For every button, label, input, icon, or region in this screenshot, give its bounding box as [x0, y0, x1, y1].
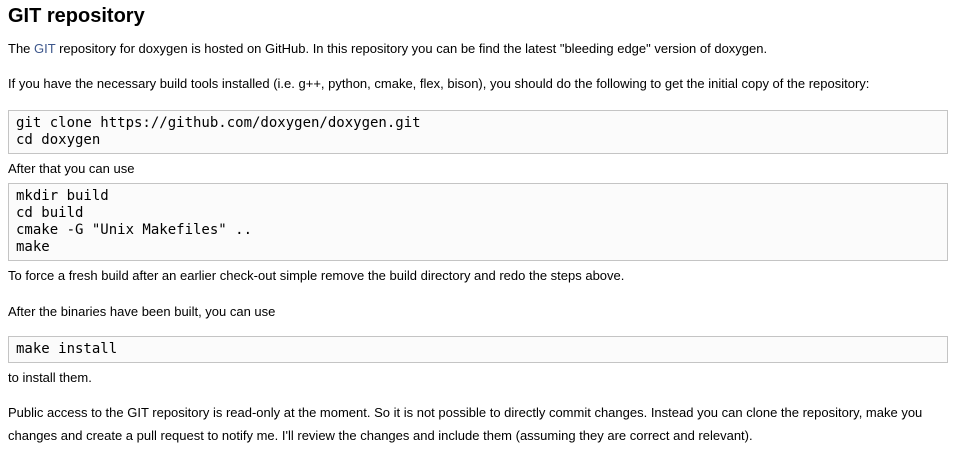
after-that-paragraph: After that you can use [8, 161, 135, 176]
code-line: cd doxygen [16, 132, 101, 148]
page-title: GIT repository [8, 5, 145, 27]
intro-paragraph: The GIT repository for doxygen is hosted… [8, 37, 767, 60]
fresh-build-paragraph: To force a fresh build after an earlier … [8, 268, 625, 283]
code-line: cd build [16, 205, 84, 221]
doc-page: GIT repository The GIT repository for do… [0, 0, 971, 458]
intro-suffix: repository for doxygen is hosted on GitH… [55, 41, 768, 56]
install-code-block: make install [8, 336, 948, 363]
clone-code-block: git clone https://github.com/doxygen/dox… [8, 110, 948, 154]
code-line: git clone https://github.com/doxygen/dox… [16, 115, 421, 131]
build-tools-paragraph: If you have the necessary build tools in… [8, 76, 870, 91]
public-access-paragraph: Public access to the GIT repository is r… [8, 405, 923, 443]
after-binaries-paragraph: After the binaries have been built, you … [8, 304, 276, 319]
code-line: cmake -G "Unix Makefiles" .. [16, 222, 253, 238]
install-them-paragraph: to install them. [8, 370, 92, 385]
build-code-block: mkdir build cd build cmake -G "Unix Make… [8, 183, 948, 261]
intro-prefix: The [8, 41, 35, 56]
git-link[interactable]: GIT [34, 41, 55, 56]
code-line: mkdir build [16, 188, 109, 204]
code-line: make install [16, 341, 118, 357]
code-line: make [16, 239, 50, 255]
